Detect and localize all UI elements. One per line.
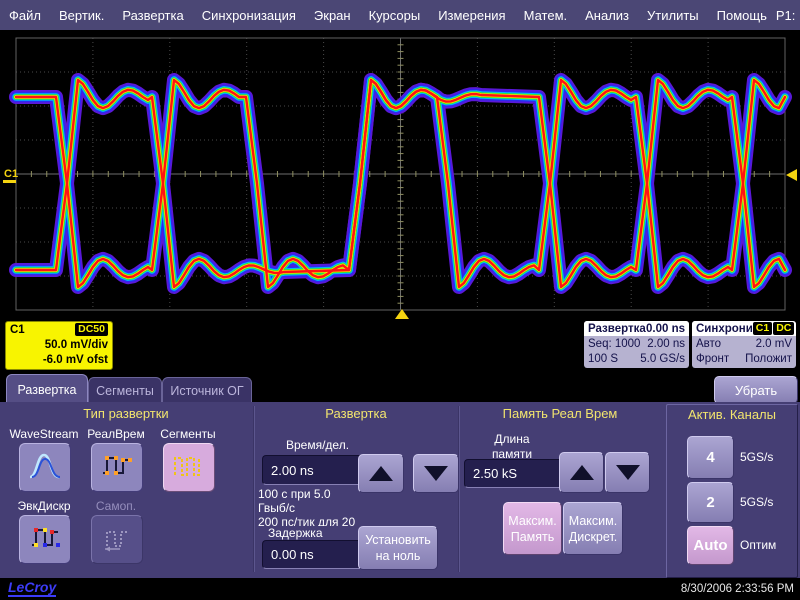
vertical-offset: -6.0 mV ofst xyxy=(43,354,108,366)
channels-rate-label-3: Оптим xyxy=(740,538,776,552)
menu-bar: ФайлВертик.РазверткаСинхронизацияЭкранКу… xyxy=(0,0,800,30)
delay-label: Задержка xyxy=(268,526,323,540)
time-per-div-up-button[interactable] xyxy=(358,454,404,493)
down-arrow-icon xyxy=(616,465,640,480)
sampling-mode-button-eqdiscr[interactable] xyxy=(19,515,71,564)
menu-item-4[interactable]: Синхронизация xyxy=(193,8,305,23)
sample-rate-info-line2: Гвыб/с xyxy=(258,501,295,515)
menu-item-7[interactable]: Измерения xyxy=(429,8,514,23)
timebase-samples: 100 S xyxy=(588,353,618,365)
tab-1[interactable]: Развертка xyxy=(6,374,88,404)
channels-count-button-auto[interactable]: Auto xyxy=(687,526,734,565)
memory-down-button[interactable] xyxy=(605,452,650,493)
down-arrow-icon xyxy=(424,466,448,481)
segments-icon xyxy=(171,449,207,486)
channel-name: C1 xyxy=(10,324,25,336)
trigger-level-marker[interactable] xyxy=(786,169,797,181)
waveform-display: C1 xyxy=(0,30,800,320)
time-per-div-label: Время/дел. xyxy=(286,438,349,452)
max-sample-l2: Дискрет. xyxy=(569,529,617,545)
delay-field[interactable]: 0.00 ns xyxy=(262,540,364,569)
realtime-icon xyxy=(99,449,135,486)
channels-rate-label-2: 5GS/s xyxy=(740,495,773,509)
max-memory-button[interactable]: Максим. Память xyxy=(503,502,562,555)
menu-item-11[interactable]: Помощь xyxy=(708,8,776,23)
memory-length-field[interactable]: 2.50 kS xyxy=(464,459,564,488)
sampling-mode-button-selfp[interactable] xyxy=(91,515,143,564)
timebase-tdiv: 2.00 ns xyxy=(647,338,685,350)
max-sample-rate-button[interactable]: Максим. Дискрет. xyxy=(563,502,623,555)
wavestream-icon xyxy=(27,449,63,486)
max-memory-l1: Максим. xyxy=(508,513,556,529)
eqdiscr-icon xyxy=(27,521,63,558)
channel-c1-grid-label: C1 xyxy=(4,168,18,180)
menu-item-10[interactable]: Утилиты xyxy=(638,8,708,23)
vertical-scale: 50.0 mV/div xyxy=(45,339,108,351)
time-per-div-field[interactable]: 2.00 ns xyxy=(262,455,364,485)
set-delay-zero-button[interactable]: Установить на ноль xyxy=(358,526,438,570)
channel-offset-marker[interactable] xyxy=(3,180,16,183)
status-bar: LeCroy 8/30/2006 2:33:56 PM xyxy=(0,578,800,600)
tab-2[interactable]: Сегменты xyxy=(88,377,162,403)
set-zero-line1: Установить xyxy=(365,532,431,548)
sampling-mode-label-selfp: Самоп. xyxy=(66,499,166,513)
menu-item-5[interactable]: Экран xyxy=(305,8,360,23)
trigger-coupling-badge: DC xyxy=(773,322,794,335)
sampling-mode-label-segments: Сегменты xyxy=(138,427,238,441)
sample-rate-info-line1: 100 с при 5.0 xyxy=(258,487,331,501)
trigger-title: Синхрони xyxy=(696,323,753,335)
menu-item-6[interactable]: Курсоры xyxy=(360,8,430,23)
up-arrow-icon xyxy=(369,466,393,481)
memory-length-label: Длина памяти xyxy=(470,432,554,462)
sampling-mode-button-wavestream[interactable] xyxy=(19,443,71,492)
trigger-kind: Фронт xyxy=(696,353,729,365)
memory-up-button[interactable] xyxy=(559,452,604,493)
trigger-slope: Положит xyxy=(745,353,792,365)
sampling-mode-button-realtime[interactable] xyxy=(91,443,143,492)
menu-item-1[interactable]: Файл xyxy=(0,8,50,23)
timebase-seq: Seq: 1000 xyxy=(588,338,640,350)
sampling-mode-button-segments[interactable] xyxy=(163,443,215,492)
menu-item-9[interactable]: Анализ xyxy=(576,8,638,23)
trigger-level: 2.0 mV xyxy=(756,338,792,350)
sample-rate-info-line3: 200 пс/тик для 20 xyxy=(258,515,448,526)
tab-3[interactable]: Источник ОГ xyxy=(162,377,252,403)
memory-section-title: Память Реал Врем xyxy=(460,406,660,421)
menu-items: ФайлВертик.РазверткаСинхронизацияЭкранКу… xyxy=(0,8,776,23)
timebase-rate: 5.0 GS/s xyxy=(640,353,685,365)
channels-rate-label-1: 5GS/s xyxy=(740,450,773,464)
timebase-descriptor[interactable]: Развертка 0.00 ns Seq: 1000 2.00 ns 100 … xyxy=(584,321,689,368)
timebase-delay: 0.00 ns xyxy=(646,323,685,335)
channels-count-button-2[interactable]: 2 xyxy=(687,482,734,523)
oscilloscope-screen: ФайлВертик.РазверткаСинхронизацияЭкранКу… xyxy=(0,0,800,600)
menu-right-group: P1: Установки xyxy=(776,2,800,28)
channels-count-button-4[interactable]: 4 xyxy=(687,436,734,479)
menu-item-2[interactable]: Вертик. xyxy=(50,8,113,23)
section-divider xyxy=(253,406,255,572)
trigger-descriptor[interactable]: Синхрони C1DC Авто 2.0 mV Фронт Положит xyxy=(692,321,796,368)
timebase-section-title: Развертка xyxy=(256,406,456,421)
p1-label: P1: xyxy=(776,8,796,23)
menu-item-3[interactable]: Развертка xyxy=(113,8,192,23)
channel-c1-descriptor[interactable]: C1 DC50 50.0 mV/div -6.0 mV ofst xyxy=(5,321,113,370)
timebase-title: Развертка xyxy=(588,323,646,335)
menu-item-8[interactable]: Матем. xyxy=(515,8,577,23)
set-zero-line2: на ноль xyxy=(376,548,421,564)
channels-section-title: Актив. Каналы xyxy=(666,407,798,422)
memory-length-label-l1: Длина xyxy=(494,432,529,446)
datetime-text: 8/30/2006 2:33:56 PM xyxy=(681,583,794,595)
lecroy-logo[interactable]: LeCroy xyxy=(8,580,56,597)
sampling-section-title: Тип развертки xyxy=(0,406,252,421)
max-memory-l2: Память xyxy=(511,529,555,545)
close-dialog-button[interactable]: Убрать xyxy=(714,376,798,404)
waveform-svg: C1 xyxy=(0,30,800,320)
time-per-div-down-button[interactable] xyxy=(413,454,459,493)
up-arrow-icon xyxy=(570,465,594,480)
trigger-source-badge: C1 xyxy=(753,322,772,335)
trigger-mode: Авто xyxy=(696,338,721,350)
coupling-badge: DC50 xyxy=(75,323,108,336)
max-sample-l1: Максим. xyxy=(569,513,617,529)
selfp-icon xyxy=(99,521,135,558)
